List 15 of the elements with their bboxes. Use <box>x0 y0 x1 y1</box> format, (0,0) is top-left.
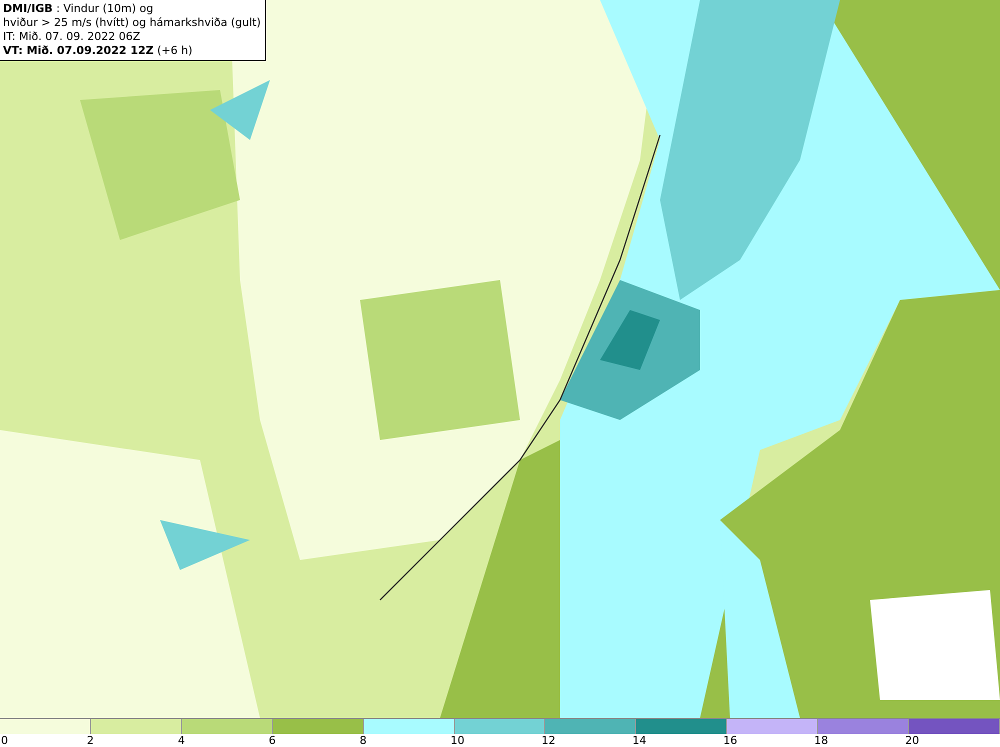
scale-label: 2 <box>86 734 94 747</box>
title-line: hviður > 25 m/s (hvítt) og hámarkshviða (gult) <box>3 16 261 30</box>
scale-label: 6 <box>268 734 276 747</box>
scale-label: 18 <box>814 734 828 747</box>
scale-label: 20 <box>905 734 920 747</box>
scale-label: 16 <box>723 734 738 747</box>
title-line: DMI/IGB : Vindur (10m) og <box>3 2 154 16</box>
title-line: IT: Mið. 07. 09. 2022 06Z <box>3 30 142 44</box>
scale-label: 10 <box>450 734 465 747</box>
scale-label: 12 <box>541 734 556 747</box>
scale-label: 14 <box>632 734 646 747</box>
title-line: VT: Mið. 07.09.2022 12Z (+6 h) <box>3 44 194 58</box>
scale-label: 0 <box>1 734 8 747</box>
scale-label: 8 <box>360 734 367 747</box>
scale-label: 4 <box>178 734 185 747</box>
